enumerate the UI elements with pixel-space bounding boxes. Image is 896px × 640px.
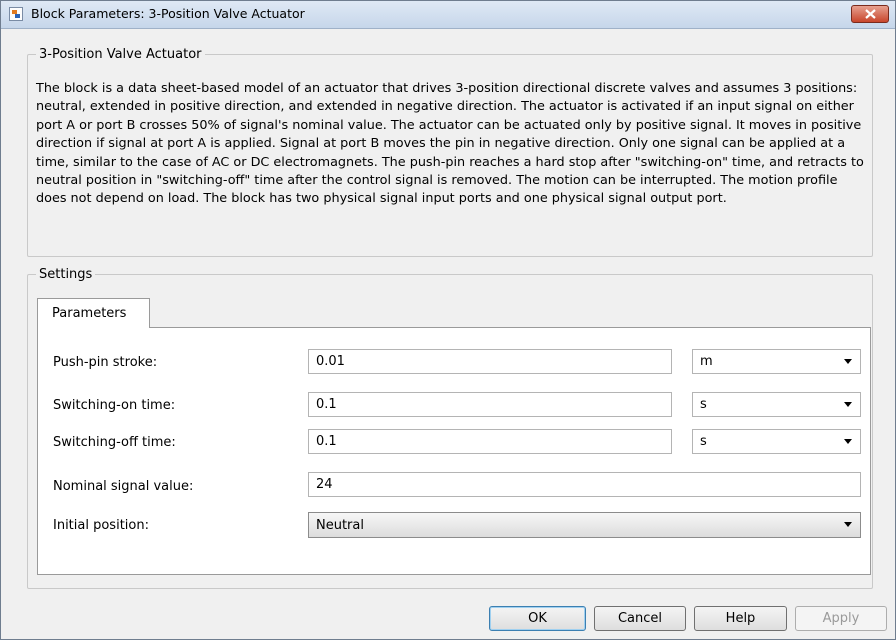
settings-legend: Settings (39, 267, 93, 282)
on-time-unit-value: s (700, 397, 707, 412)
on-time-unit-select[interactable]: s (692, 392, 861, 417)
chevron-down-icon (844, 359, 852, 364)
initial-position-select[interactable]: Neutral (308, 512, 861, 538)
simulink-block-icon (9, 7, 23, 21)
description-group: 3-Position Valve Actuator The block is a… (27, 47, 873, 257)
cancel-button[interactable]: Cancel (594, 606, 686, 631)
dialog-window: Block Parameters: 3-Position Valve Actua… (0, 0, 896, 640)
stroke-input[interactable]: 0.01 (308, 349, 672, 374)
close-icon (865, 9, 876, 19)
chevron-down-icon (844, 439, 852, 444)
off-time-unit-value: s (700, 434, 707, 449)
help-button[interactable]: Help (694, 606, 787, 631)
stroke-unit-value: m (700, 354, 713, 369)
block-description: The block is a data sheet-based model of… (36, 81, 864, 207)
chevron-down-icon (844, 522, 852, 527)
nominal-input[interactable]: 24 (308, 472, 861, 497)
tab-parameters-label: Parameters (52, 306, 127, 321)
window-title: Block Parameters: 3-Position Valve Actua… (31, 6, 305, 21)
stroke-label: Push-pin stroke: (53, 355, 158, 370)
initial-position-value: Neutral (316, 518, 364, 533)
off-time-label: Switching-off time: (53, 435, 176, 450)
off-time-unit-select[interactable]: s (692, 429, 861, 454)
initial-position-label: Initial position: (53, 518, 149, 533)
off-time-input[interactable]: 0.1 (308, 429, 672, 454)
description-legend: 3-Position Valve Actuator (39, 47, 202, 62)
tab-parameters[interactable]: Parameters (37, 298, 150, 328)
chevron-down-icon (844, 402, 852, 407)
stroke-unit-select[interactable]: m (692, 349, 861, 374)
title-bar[interactable]: Block Parameters: 3-Position Valve Actua… (1, 1, 895, 29)
on-time-label: Switching-on time: (53, 398, 176, 413)
ok-button[interactable]: OK (489, 606, 586, 631)
apply-button[interactable]: Apply (795, 606, 887, 631)
nominal-label: Nominal signal value: (53, 479, 194, 494)
close-button[interactable] (851, 5, 889, 23)
on-time-input[interactable]: 0.1 (308, 392, 672, 417)
